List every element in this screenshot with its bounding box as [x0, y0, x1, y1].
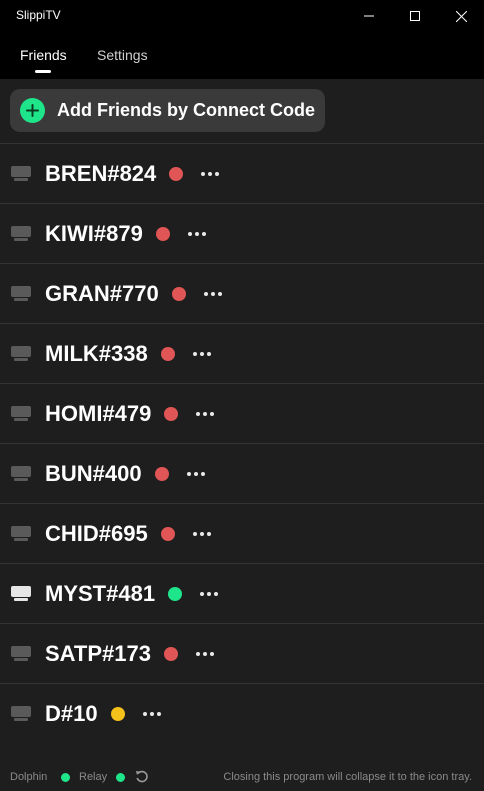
monitor-icon [11, 586, 31, 601]
more-options-icon[interactable] [186, 224, 208, 244]
monitor-icon [11, 526, 31, 541]
dolphin-label: Dolphin [10, 771, 48, 783]
more-options-icon[interactable] [191, 344, 213, 364]
friend-entry: SATP#173 [45, 624, 216, 684]
friend-entry: CHID#695 [45, 504, 213, 564]
tab-bar: Friends Settings [0, 32, 484, 79]
friend-row: GRAN#770 [0, 263, 484, 323]
app-title: SlippiTV [16, 8, 61, 22]
status-offline-indicator [160, 527, 175, 541]
friend-code[interactable]: D#10 [45, 701, 98, 727]
friend-row: BUN#400 [0, 443, 484, 503]
friend-entry: GRAN#770 [45, 264, 224, 324]
friend-entry: D#10 [45, 684, 163, 744]
friend-code[interactable]: HOMI#479 [45, 401, 151, 427]
friend-entry: KIWI#879 [45, 204, 208, 264]
friend-entry: BUN#400 [45, 444, 207, 504]
friend-code[interactable]: KIWI#879 [45, 221, 143, 247]
monitor-icon [11, 286, 31, 301]
plus-icon [20, 98, 45, 123]
friend-row: MYST#481 [0, 563, 484, 623]
add-friends-label: Add Friends by Connect Code [57, 100, 316, 120]
window-controls [346, 0, 484, 32]
monitor-icon [11, 226, 31, 241]
more-options-icon[interactable] [194, 644, 216, 664]
status-offline-indicator [163, 647, 178, 661]
active-tab-indicator [35, 70, 51, 73]
monitor-icon [11, 646, 31, 661]
monitor-icon [11, 706, 31, 721]
status-offline-indicator [154, 467, 169, 481]
more-options-icon[interactable] [185, 464, 207, 484]
friend-entry: BREN#824 [45, 144, 221, 204]
friend-row: CHID#695 [0, 503, 484, 563]
friend-entry: MYST#481 [45, 564, 220, 624]
minimize-icon [364, 15, 374, 17]
status-footer: Dolphin Relay Closing this program will … [0, 768, 484, 788]
friend-code[interactable]: BREN#824 [45, 161, 156, 187]
more-options-icon[interactable] [191, 524, 213, 544]
monitor-icon [11, 346, 31, 361]
more-options-icon[interactable] [199, 164, 221, 184]
maximize-icon [410, 11, 420, 21]
friend-entry: MILK#338 [45, 324, 213, 384]
add-friends-button[interactable]: Add Friends by Connect Code [10, 89, 325, 132]
status-idle-indicator [110, 707, 125, 721]
relay-status-indicator [116, 773, 125, 782]
friend-row: SATP#173 [0, 623, 484, 683]
monitor-icon [11, 466, 31, 481]
monitor-icon [11, 406, 31, 421]
friend-row: MILK#338 [0, 323, 484, 383]
close-button[interactable] [438, 0, 484, 32]
status-offline-indicator [169, 167, 184, 181]
maximize-button[interactable] [392, 0, 438, 32]
status-offline-indicator [155, 227, 170, 241]
friend-entry: HOMI#479 [45, 384, 216, 444]
footer-note: Closing this program will collapse it to… [223, 771, 472, 783]
dolphin-status-indicator [61, 773, 70, 782]
tab-settings[interactable]: Settings [97, 47, 148, 63]
friend-row: BREN#824 [0, 143, 484, 203]
friend-code[interactable]: GRAN#770 [45, 281, 159, 307]
more-options-icon[interactable] [198, 584, 220, 604]
friend-code[interactable]: MYST#481 [45, 581, 155, 607]
friend-code[interactable]: BUN#400 [45, 461, 142, 487]
refresh-icon[interactable] [135, 770, 149, 784]
friend-code[interactable]: MILK#338 [45, 341, 148, 367]
title-bar: SlippiTV [0, 0, 484, 32]
monitor-icon [11, 166, 31, 181]
relay-label: Relay [79, 771, 108, 783]
friend-row: HOMI#479 [0, 383, 484, 443]
status-offline-indicator [171, 287, 186, 301]
more-options-icon[interactable] [202, 284, 224, 304]
more-options-icon[interactable] [194, 404, 216, 424]
friend-code[interactable]: CHID#695 [45, 521, 148, 547]
friend-code[interactable]: SATP#173 [45, 641, 151, 667]
friend-row: D#10 [0, 683, 484, 743]
tab-friends[interactable]: Friends [20, 47, 67, 63]
close-icon [455, 10, 467, 22]
friend-row: KIWI#879 [0, 203, 484, 263]
more-options-icon[interactable] [141, 704, 163, 724]
friend-list: BREN#824 KIWI#879 GRAN#770 MILK#338 HOMI… [0, 143, 484, 743]
status-offline-indicator [160, 347, 175, 361]
minimize-button[interactable] [346, 0, 392, 32]
status-online-indicator [168, 587, 183, 601]
status-offline-indicator [164, 407, 179, 421]
